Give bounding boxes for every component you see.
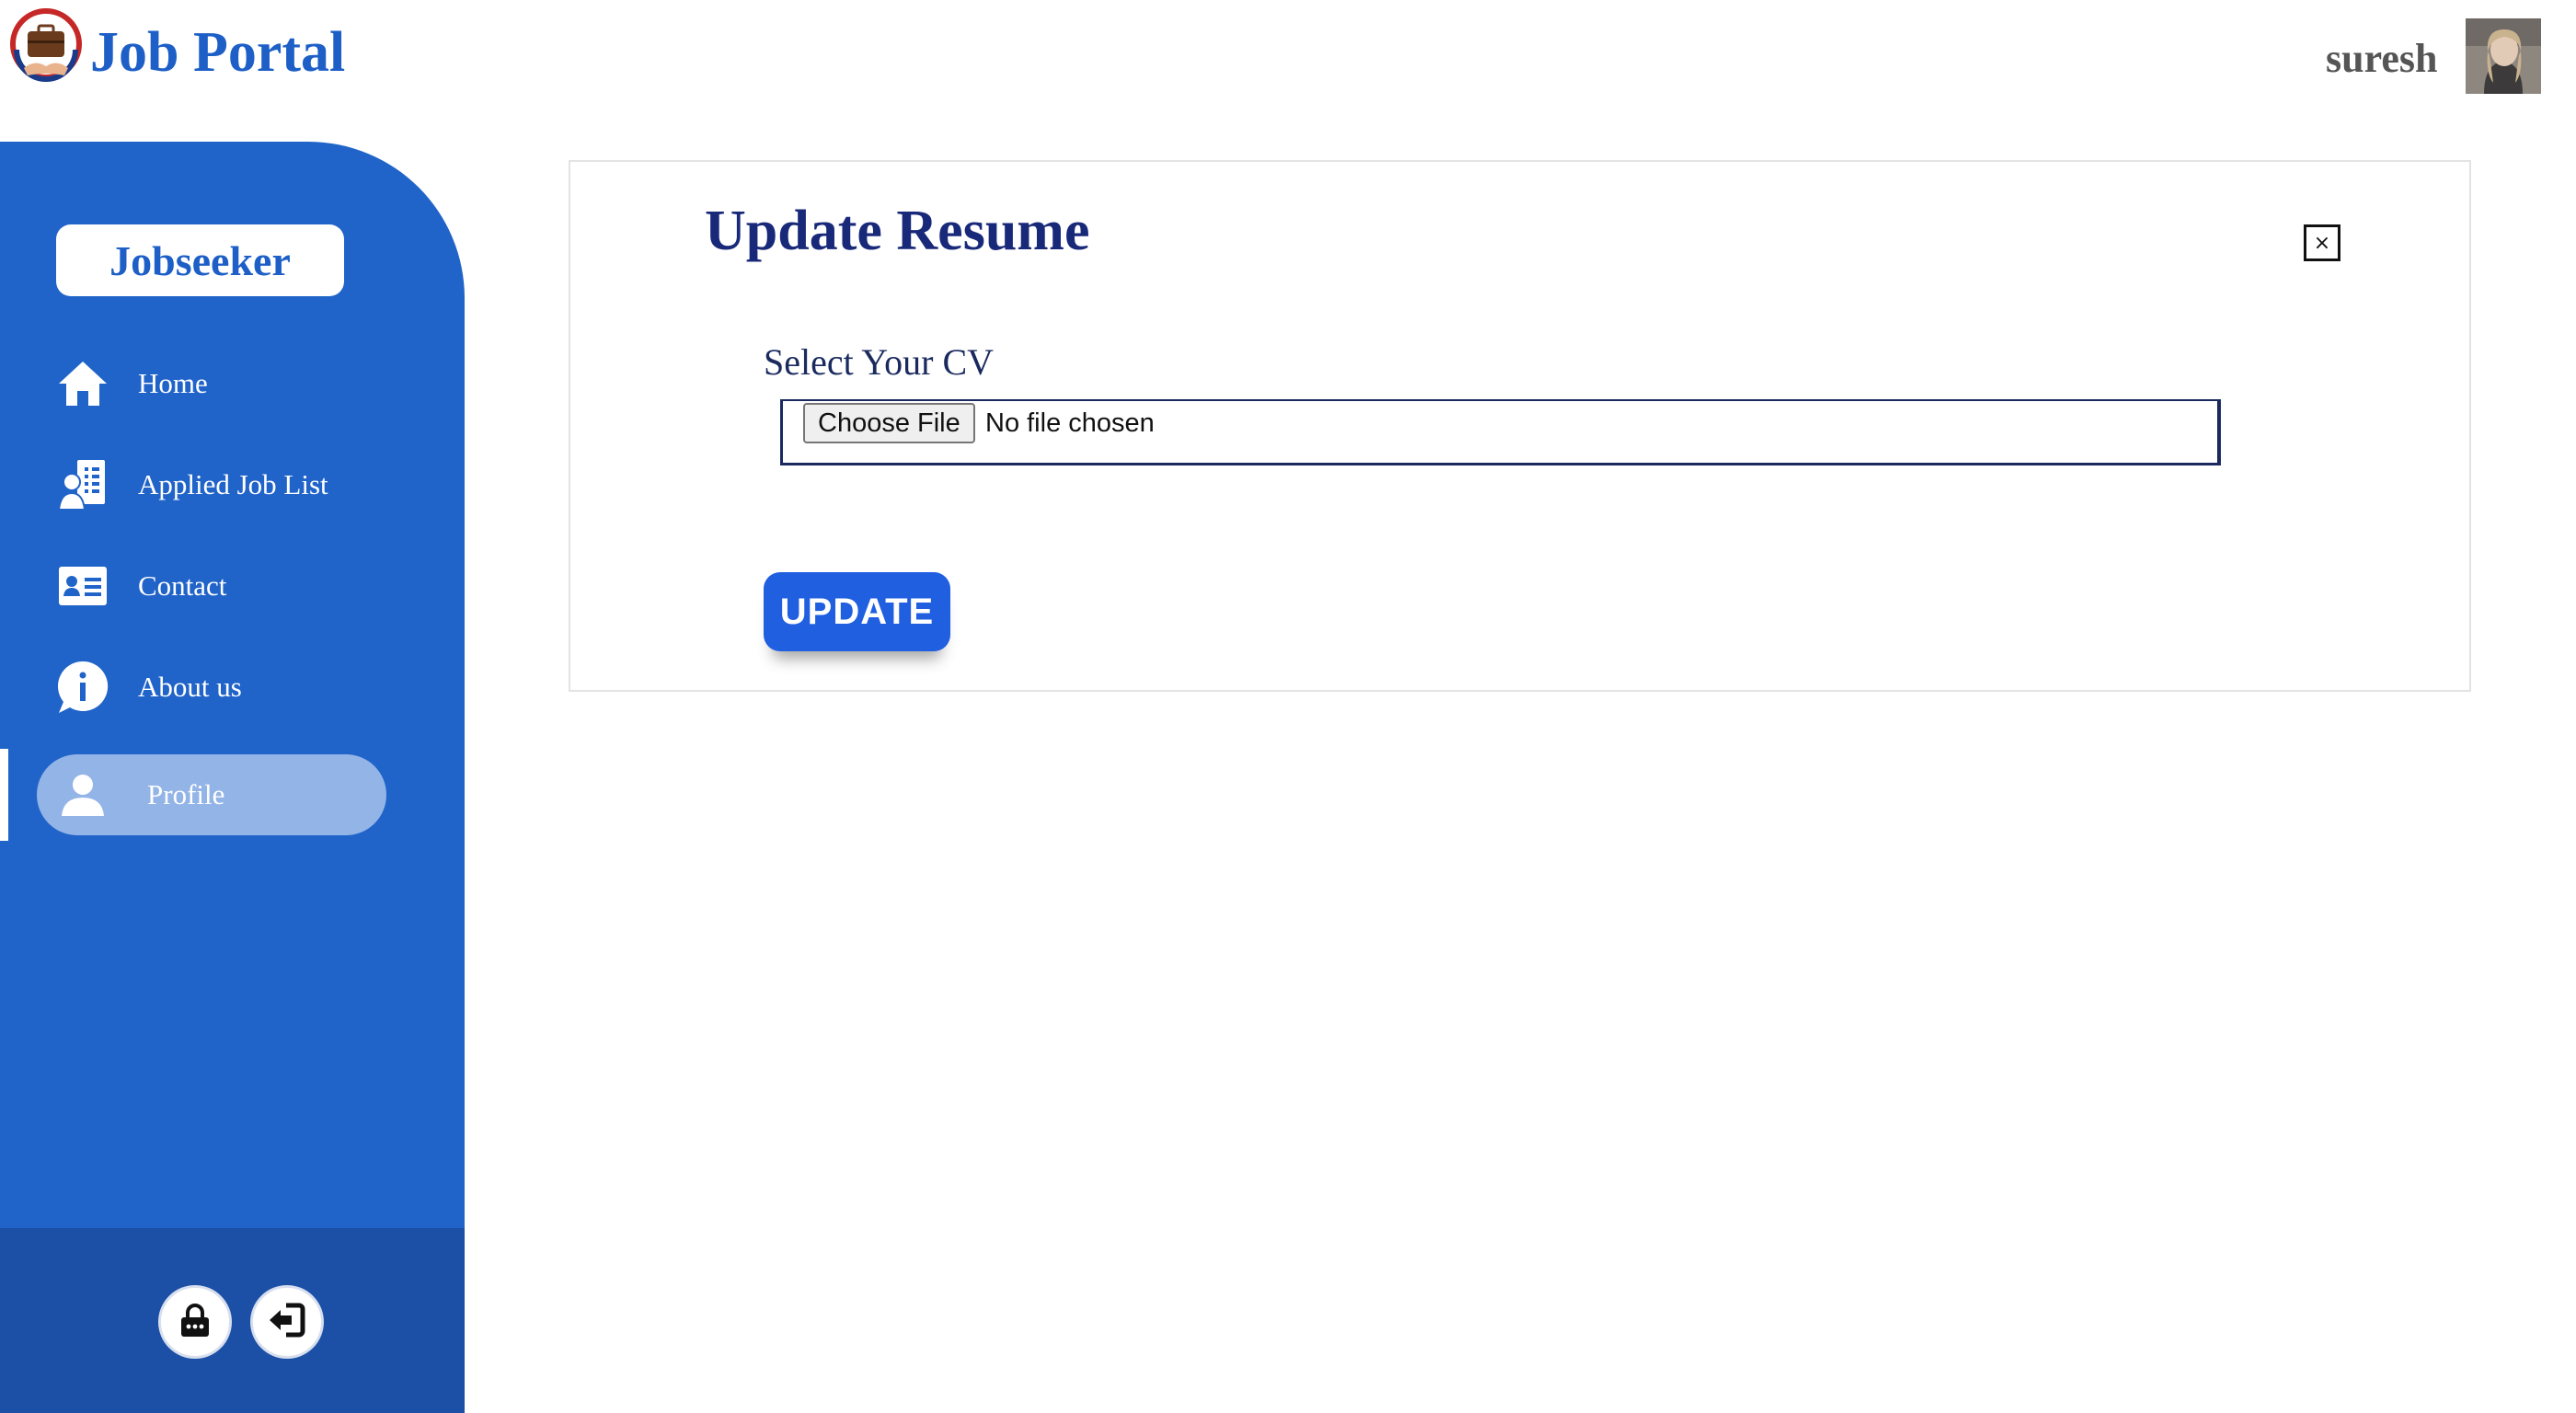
sidebar-item-about-us[interactable]: About us — [0, 646, 465, 729]
role-label: Jobseeker — [109, 236, 291, 284]
sidebar-item-label: Contact — [138, 569, 227, 602]
cv-field-label: Select Your CV — [764, 341, 995, 383]
sidebar-item-label: Profile — [147, 778, 225, 810]
contact-card-icon — [55, 558, 110, 614]
page-title: Update Resume — [705, 200, 1090, 262]
username[interactable]: suresh — [2326, 35, 2437, 82]
avatar[interactable] — [2466, 18, 2541, 94]
sidebar-item-profile[interactable]: Profile — [0, 753, 465, 836]
sidebar-item-label: About us — [138, 671, 242, 703]
file-status-text: No file chosen — [985, 408, 1155, 438]
cv-file-input[interactable]: Choose File No file chosen — [780, 399, 2221, 465]
info-icon — [55, 660, 110, 715]
home-icon — [55, 356, 110, 411]
lock-icon — [177, 1302, 213, 1343]
sidebar-footer — [0, 1228, 465, 1413]
logout-icon — [268, 1302, 306, 1343]
lock-button[interactable] — [158, 1285, 232, 1359]
update-resume-panel: Update Resume × Select Your CV Choose Fi… — [569, 160, 2471, 692]
sidebar-item-label: Home — [138, 367, 208, 399]
brand-title[interactable]: Job Portal — [90, 20, 345, 86]
job-list-icon — [55, 457, 110, 512]
update-button[interactable]: UPDATE — [764, 572, 950, 651]
choose-file-button[interactable]: Choose File — [803, 403, 975, 443]
logout-button[interactable] — [250, 1285, 324, 1359]
update-button-label: UPDATE — [779, 591, 935, 632]
sidebar-item-contact[interactable]: Contact — [0, 545, 465, 627]
sidebar-item-applied-job-list[interactable]: Applied Job List — [0, 443, 465, 526]
sidebar-item-home[interactable]: Home — [0, 342, 465, 425]
user-icon — [55, 767, 110, 822]
sidebar-item-label: Applied Job List — [138, 468, 328, 500]
top-header: Job Portal suresh — [0, 0, 2576, 138]
close-button[interactable]: × — [2304, 224, 2340, 261]
briefcase-icon[interactable] — [7, 7, 85, 85]
sidebar: Jobseeker Home Applied Job List Contact … — [0, 142, 465, 1413]
role-badge: Jobseeker — [56, 224, 344, 296]
